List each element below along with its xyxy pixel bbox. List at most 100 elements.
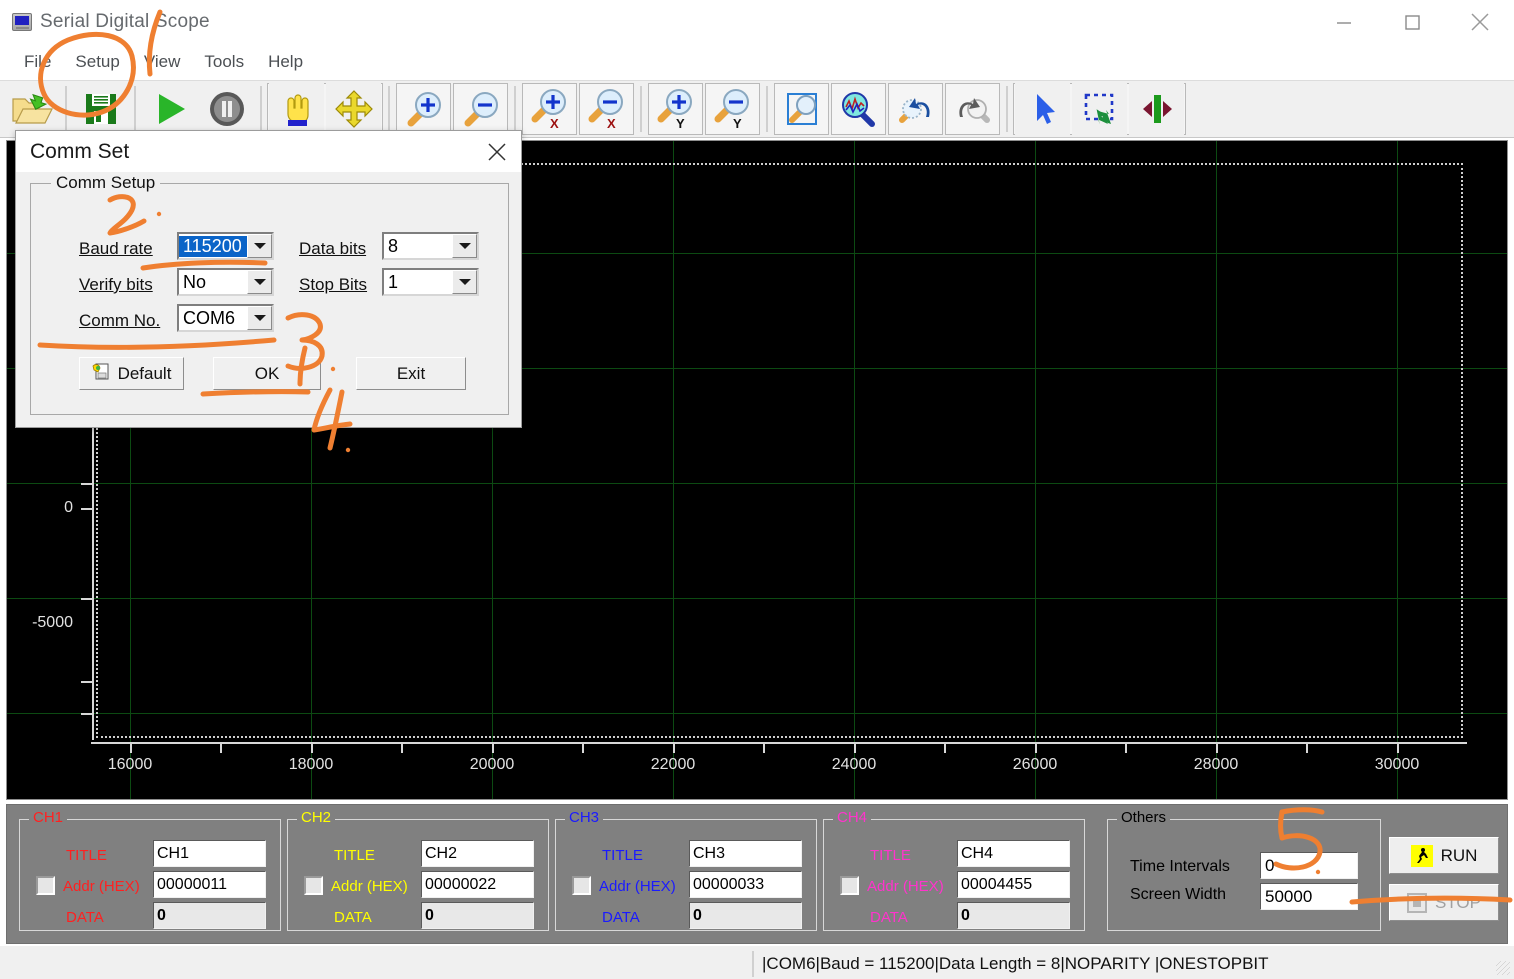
close-icon[interactable] [473,131,521,172]
ch1-data-value: 0 [153,902,266,929]
ch4-addr-input[interactable]: 00004455 [957,871,1070,898]
ch4-title-input[interactable]: CH4 [957,840,1070,867]
y-axis-tick-label: 0 [64,499,73,516]
verify-bits-combo[interactable]: No [177,268,274,296]
ch2-title-label: TITLE [334,847,375,864]
x-tick [1035,742,1037,753]
y-tick [81,598,93,600]
window-title: Serial Digital Scope [40,11,210,32]
zoom-undo-button[interactable] [888,83,943,135]
save-file-button[interactable] [73,83,128,135]
baud-rate-combo[interactable]: 115200 [177,232,274,260]
svg-text:Y: Y [676,116,685,130]
play-button[interactable] [142,83,197,135]
ch4-data-label: DATA [870,909,908,926]
maximize-icon[interactable] [1378,0,1446,44]
default-settings-icon [92,362,111,386]
zoom-out-x-button[interactable]: X [579,83,634,135]
ch1-title-input[interactable]: CH1 [153,840,266,867]
chevron-down-icon[interactable] [452,270,477,294]
zoom-in-y-button[interactable]: Y [648,83,703,135]
pan-hand-button[interactable] [269,83,324,135]
data-bits-combo[interactable]: 8 [382,232,479,260]
data-bits-value: 8 [388,235,399,256]
move-button[interactable] [326,83,381,135]
ch4-addr-checkbox[interactable] [840,876,859,895]
ch3-title-label: TITLE [602,847,643,864]
ch3-addr-input[interactable]: 00000033 [689,871,802,898]
x-tick [1216,742,1218,753]
chevron-down-icon[interactable] [247,270,272,294]
ok-button[interactable]: OK [213,357,321,390]
zoom-out-button[interactable] [453,83,508,135]
x-axis-tick-label: 20000 [469,756,515,773]
toolbar-separator [766,86,768,132]
exit-button-label: Exit [396,363,426,383]
y-tick [81,508,93,510]
menu-item-tools[interactable]: Tools [192,50,256,74]
x-tick [1125,742,1127,753]
pause-button[interactable] [199,83,254,135]
screen-width-label: Screen Width [1130,886,1227,903]
chevron-down-icon[interactable] [247,234,272,258]
y-tick [81,681,93,683]
channel-group-ch1: CH1 TITLE Addr (HEX) DATA CH1 00000011 0 [19,809,281,931]
ch2-addr-checkbox[interactable] [304,876,323,895]
zoom-redo-button[interactable] [945,83,1000,135]
ch3-addr-checkbox[interactable] [572,876,591,895]
zoom-fit-data-button[interactable] [831,83,886,135]
zoom-in-x-button[interactable]: X [522,83,577,135]
ch2-addr-input[interactable]: 00000022 [421,871,534,898]
ch3-data-value: 0 [689,902,802,929]
resize-grip-icon[interactable] [1492,946,1514,979]
run-button[interactable]: RUN [1389,837,1499,874]
pointer-select-button[interactable] [1015,83,1070,135]
stop-bits-combo[interactable]: 1 [382,268,479,296]
window-titlebar: Serial Digital Scope [0,0,1514,44]
ch1-addr-checkbox[interactable] [36,876,55,895]
ch3-title-input[interactable]: CH3 [689,840,802,867]
x-tick [854,742,856,753]
exit-button[interactable]: Exit [356,357,466,390]
channel-group-ch2: CH2 TITLE Addr (HEX) DATA CH2 00000022 0 [287,809,549,931]
time-intervals-input[interactable]: 0 [1260,852,1358,879]
cursor-markers-button[interactable] [1129,83,1184,135]
comm-no-combo[interactable]: COM6 [177,304,274,332]
x-axis-tick-label: 26000 [1012,756,1058,773]
menu-item-view[interactable]: View [132,50,193,74]
toolbar-separator [514,86,516,132]
zoom-in-button[interactable] [396,83,451,135]
x-tick [311,742,313,753]
comm-set-dialog-title: Comm Set [30,139,130,163]
ch4-title-label: TITLE [870,847,911,864]
toolbar-separator [260,86,262,132]
zoom-out-y-button[interactable]: Y [705,83,760,135]
close-icon[interactable] [1446,0,1514,44]
ch1-title-label: TITLE [66,847,107,864]
open-file-button[interactable] [4,83,59,135]
x-tick [1397,742,1399,753]
minimize-icon[interactable] [1310,0,1378,44]
ch1-addr-label: Addr (HEX) [63,878,140,895]
comm-set-dialog[interactable]: Comm Set Comm Setup Baud rate 115200 Dat… [15,130,522,428]
chevron-down-icon[interactable] [452,234,477,258]
rubber-band-select-button[interactable] [1072,83,1127,135]
x-axis-tick-label: 18000 [288,756,334,773]
x-tick [944,742,946,753]
x-axis-tick-label: 30000 [1374,756,1420,773]
screen-width-input[interactable]: 50000 [1260,883,1358,910]
default-button[interactable]: Default [79,357,184,390]
menu-item-file[interactable]: File [12,50,63,74]
stop-button[interactable]: STOP [1389,884,1499,921]
zoom-to-window-button[interactable] [774,83,829,135]
x-axis-tick-label: 24000 [831,756,877,773]
toolbar-group-select [1013,83,1186,135]
x-tick [673,742,675,753]
ch1-addr-input[interactable]: 00000011 [153,871,266,898]
chevron-down-icon[interactable] [247,306,272,330]
time-intervals-label: Time Intervals [1130,858,1230,875]
menu-item-setup[interactable]: Setup [63,50,131,74]
ch2-title-input[interactable]: CH2 [421,840,534,867]
x-tick [1306,742,1308,753]
menu-item-help[interactable]: Help [256,50,315,74]
